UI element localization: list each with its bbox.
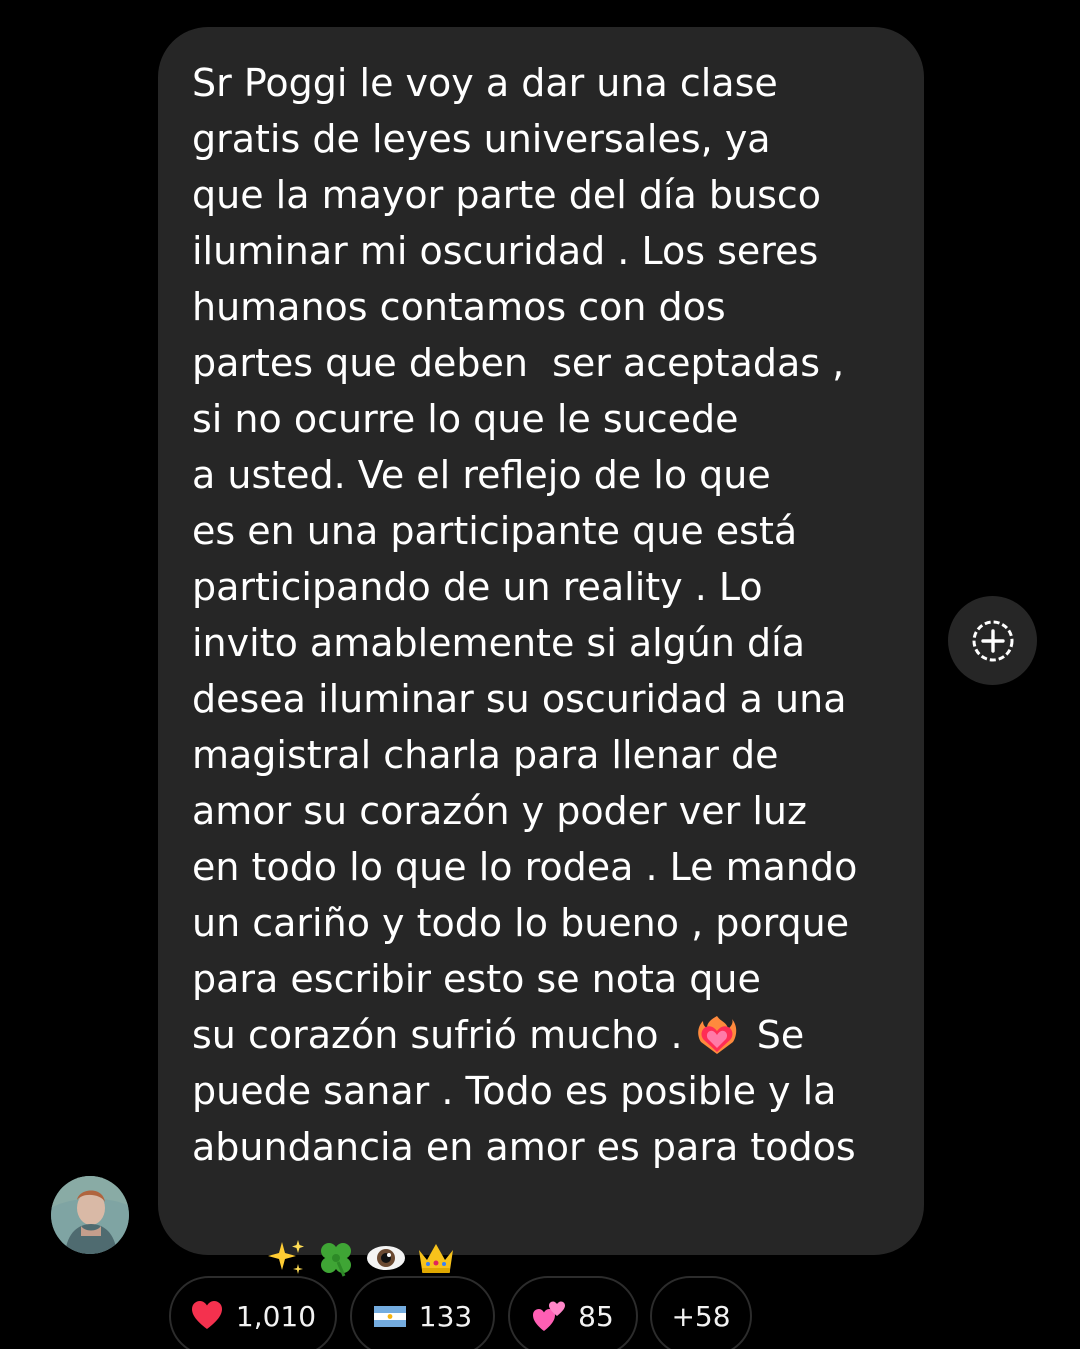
- message-line: si no ocurre lo que le sucede: [192, 397, 739, 441]
- message-line: Sr Poggi le voy a dar una clase: [192, 61, 778, 105]
- argentina-flag-icon: [373, 1306, 406, 1327]
- two-hearts-icon: [533, 1301, 566, 1331]
- crown-icon: [419, 1244, 454, 1273]
- reaction-pill-flag[interactable]: 133: [350, 1276, 495, 1349]
- four-leaf-clover-icon: [321, 1243, 352, 1277]
- message-line-text: su corazón sufrió mucho .: [192, 1013, 695, 1057]
- message-line: abundancia en amor es para todos: [192, 1125, 856, 1169]
- sparkles-icon: [268, 1240, 305, 1274]
- message-line: humanos contamos con dos: [192, 285, 726, 329]
- message-bubble[interactable]: Sr Poggi le voy a dar una clase gratis d…: [158, 27, 924, 1277]
- message-line: en todo lo que lo rodea . Le mando: [192, 845, 858, 889]
- avatar[interactable]: [51, 1176, 129, 1254]
- message-line: su corazón sufrió mucho . Se: [192, 1007, 894, 1063]
- reaction-count: +58: [671, 1299, 731, 1333]
- message-line: es en una participante que está: [192, 509, 798, 553]
- reaction-pill-more[interactable]: +58: [650, 1276, 752, 1349]
- message-line: gratis de leyes universales, ya: [192, 117, 771, 161]
- message-line: desea iluminar su oscuridad a una: [192, 677, 847, 721]
- message-text: Sr Poggi le voy a dar una clase gratis d…: [192, 55, 894, 1277]
- message-line: para escribir esto se nota que: [192, 957, 761, 1001]
- message-line: un cariño y todo lo bueno , porque: [192, 901, 850, 945]
- message-line: participando de un reality . Lo: [192, 565, 763, 609]
- reaction-count: 85: [578, 1299, 614, 1333]
- reaction-count: 1,010: [235, 1299, 317, 1333]
- avatar-image: [51, 1176, 129, 1254]
- eye-icon: [367, 1246, 406, 1270]
- reaction-pill-heart[interactable]: 1,010: [169, 1276, 337, 1349]
- reaction-count: 133: [418, 1299, 473, 1333]
- emoji-line: [192, 1175, 894, 1277]
- reaction-pill-two-hearts[interactable]: 85: [508, 1276, 638, 1349]
- message-line: invito amablemente si algún día: [192, 621, 806, 665]
- heart-on-fire-icon: [697, 1016, 736, 1054]
- message-line: que la mayor parte del día busco: [192, 173, 822, 217]
- message-line: magistral charla para llenar de: [192, 733, 779, 777]
- message-line: a usted. Ve el reflejo de lo que: [192, 453, 771, 497]
- message-line: partes que deben ser aceptadas ,: [192, 341, 845, 385]
- red-heart-icon: [191, 1301, 222, 1329]
- add-reaction-button[interactable]: [948, 596, 1037, 685]
- message-line: amor su corazón y poder ver luz: [192, 789, 807, 833]
- message-line: iluminar mi oscuridad . Los seres: [192, 229, 819, 273]
- message-line-text: Se: [744, 1013, 805, 1057]
- message-line: puede sanar . Todo es posible y la: [192, 1069, 837, 1113]
- add-reaction-icon: [972, 620, 1013, 661]
